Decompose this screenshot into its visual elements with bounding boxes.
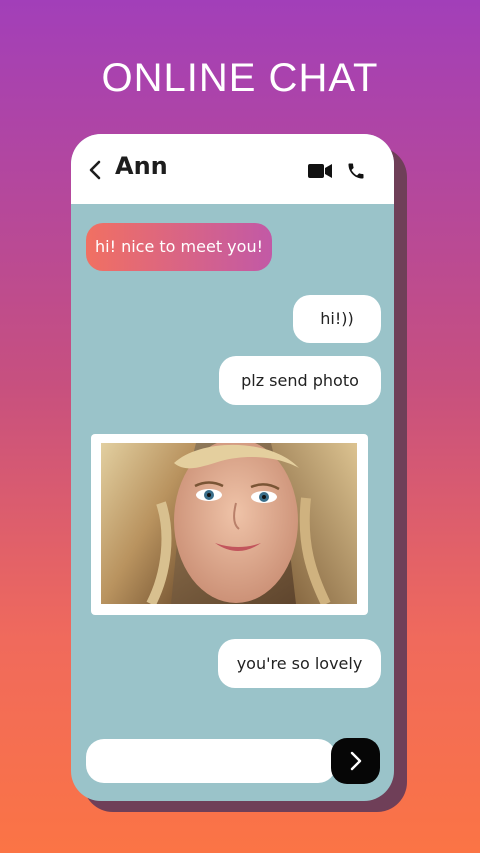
message-text: hi!)) [320,309,354,328]
page-headline: ONLINE CHAT [101,56,379,100]
message-text: hi! nice to meet you! [95,237,263,256]
contact-name[interactable]: Ann [115,152,168,180]
message-bubble-outgoing: plz send photo [219,356,381,405]
message-text: you're so lovely [236,653,363,673]
shared-photo [101,443,357,604]
chat-header: Ann [71,134,394,204]
phone-icon[interactable] [346,161,366,181]
photo-message[interactable] [91,434,368,615]
chevron-left-icon[interactable] [88,159,102,181]
message-bubble-outgoing: hi!)) [293,295,381,343]
message-text: plz send photo [241,370,359,390]
message-input[interactable] [86,739,336,783]
send-button[interactable] [331,738,380,784]
message-bubble-outgoing: you're so lovely [218,639,381,688]
chevron-right-icon [350,751,361,771]
phone-screen: Ann hi! nice to meet you! hi!)) plz send… [71,134,394,801]
message-bubble-incoming: hi! nice to meet you! [86,223,272,271]
video-camera-icon[interactable] [308,163,333,179]
